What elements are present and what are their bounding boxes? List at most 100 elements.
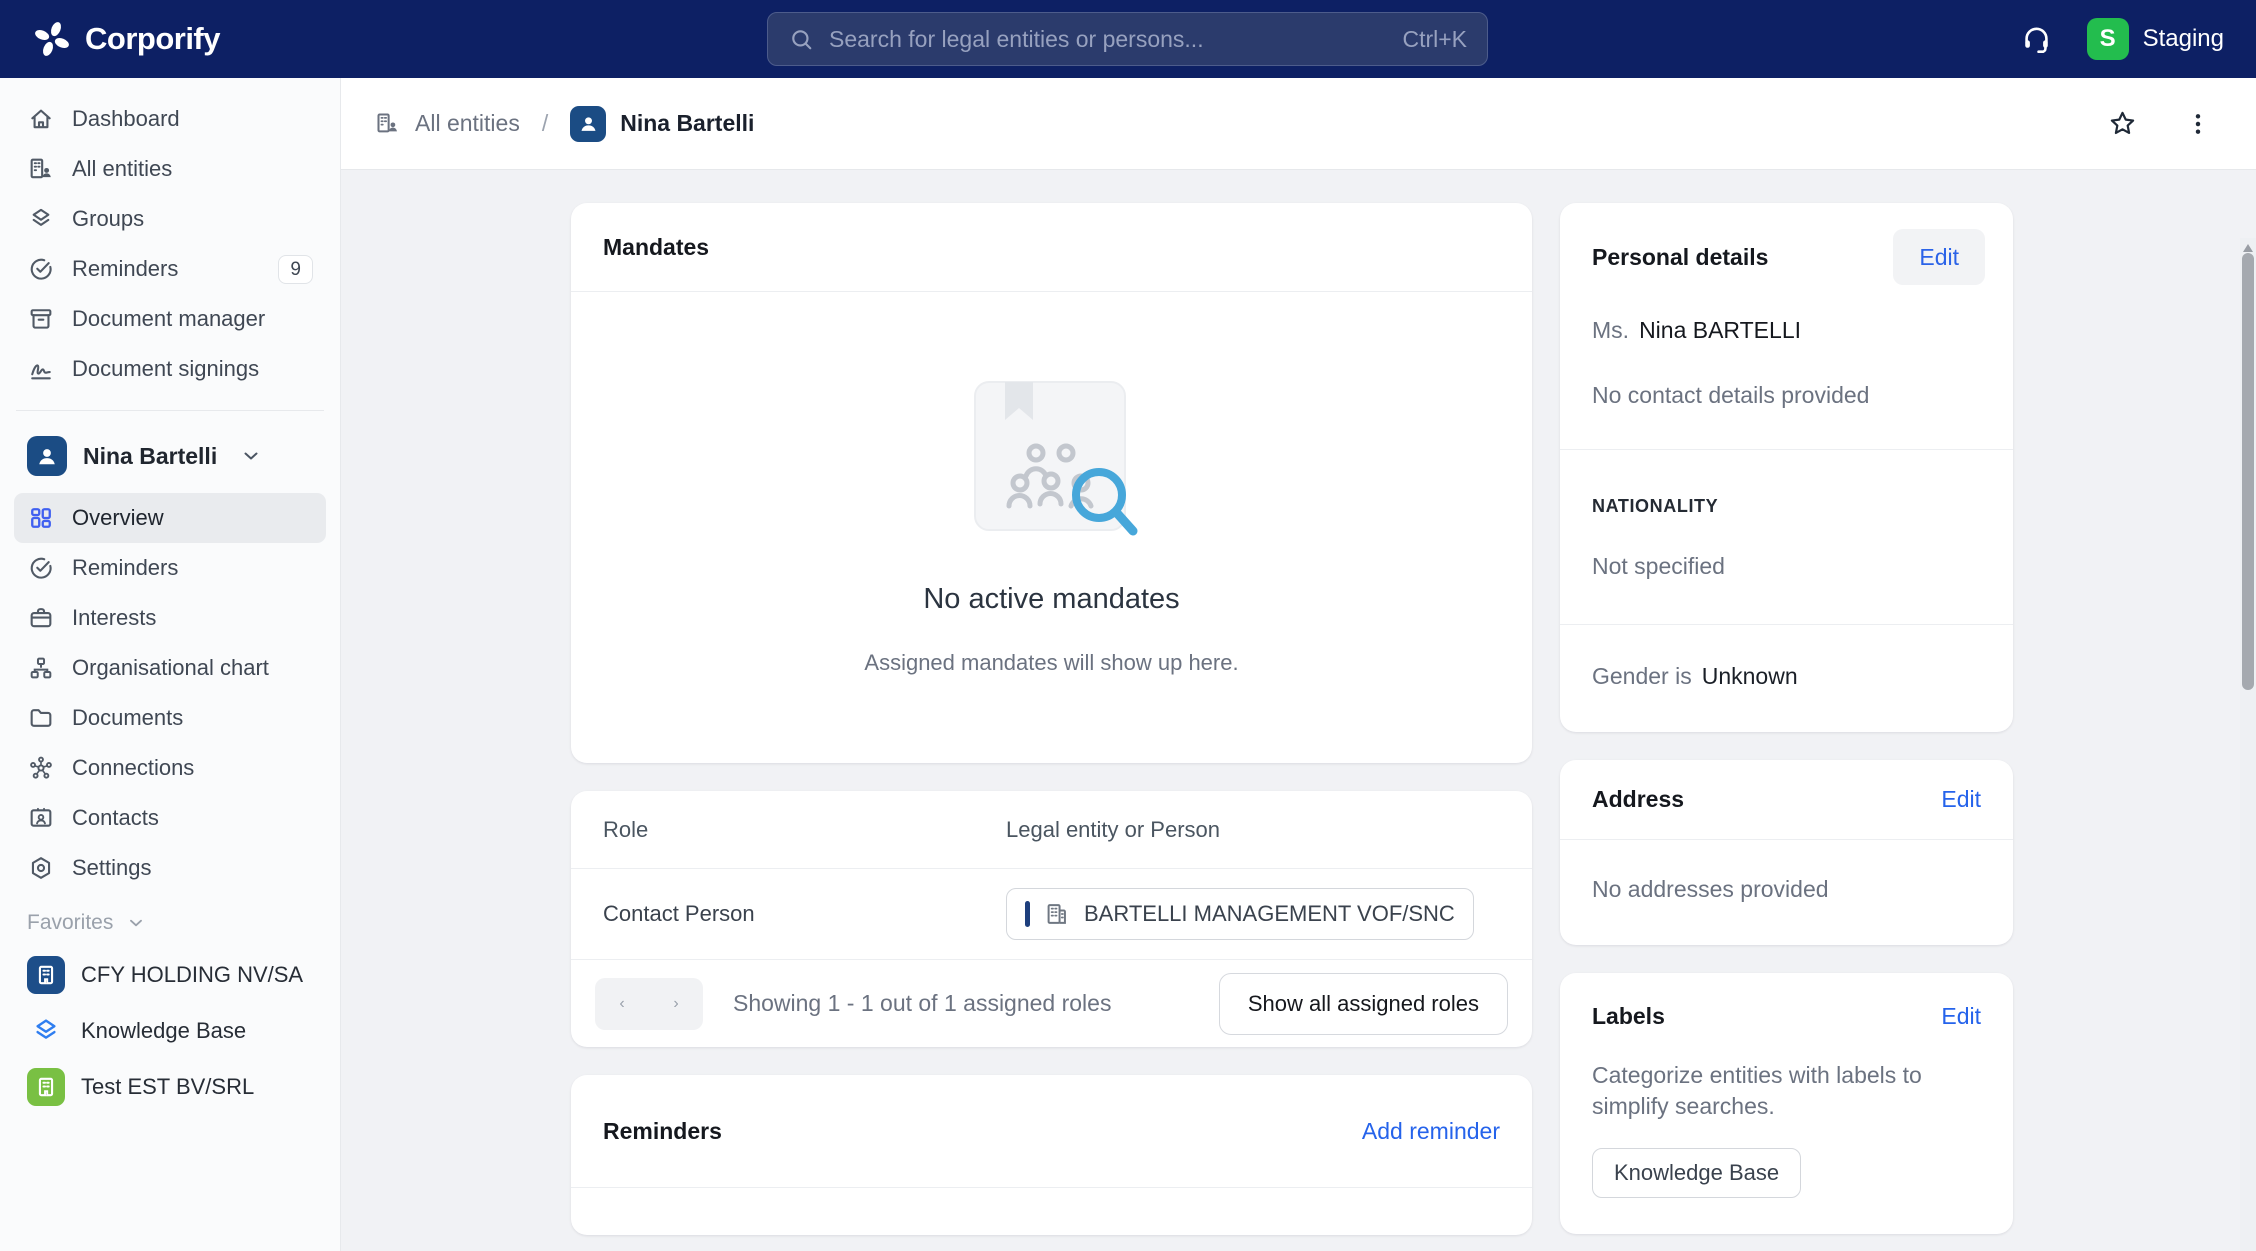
- personal-details-header: Personal details Edit: [1560, 203, 2013, 295]
- personal-details-card: Personal details Edit Ms. Nina BARTELLI …: [1560, 203, 2013, 732]
- contact-card-icon: [27, 804, 55, 832]
- favorite-item-cfy-holding[interactable]: CFY HOLDING NV/SA: [14, 947, 326, 1003]
- sidebar-item-reminders[interactable]: Reminders 9: [14, 244, 326, 294]
- favorite-item-test-est[interactable]: Test EST BV/SRL: [14, 1059, 326, 1115]
- vertical-scrollbar[interactable]: [2240, 238, 2256, 1251]
- chevron-down-icon: [239, 444, 263, 468]
- edit-labels-link[interactable]: Edit: [1941, 1003, 1981, 1030]
- sidebar-item-all-entities[interactable]: All entities: [14, 144, 326, 194]
- check-circle-icon: [27, 554, 55, 582]
- sidebar-item-connections[interactable]: Connections: [14, 743, 326, 793]
- scroll-up-arrow-icon[interactable]: [2243, 244, 2253, 252]
- sidebar-item-label: Document manager: [72, 306, 265, 332]
- sidebar-item-label: Groups: [72, 206, 144, 232]
- sidebar-item-document-signings[interactable]: Document signings: [14, 344, 326, 394]
- folder-icon: [27, 704, 55, 732]
- network-icon: [27, 754, 55, 782]
- favorite-star-icon[interactable]: [2107, 108, 2138, 139]
- entity-name: Nina Bartelli: [83, 443, 217, 470]
- next-page-button[interactable]: ›: [649, 978, 703, 1030]
- person-icon: [575, 110, 602, 137]
- pagination-status: Showing 1 - 1 out of 1 assigned roles: [733, 990, 1111, 1017]
- grid-icon: [27, 504, 55, 532]
- building-person-icon: [27, 155, 55, 183]
- person-icon: [32, 441, 62, 471]
- role-name: Contact Person: [603, 901, 1006, 927]
- check-circle-icon: [27, 255, 55, 283]
- search-shortcut: Ctrl+K: [1402, 26, 1467, 53]
- building-icon: [32, 1073, 60, 1101]
- main-content: All entities / Nina Bartelli: [341, 78, 2256, 1251]
- side-column: Personal details Edit Ms. Nina BARTELLI …: [1560, 203, 2013, 1251]
- no-addresses: No addresses provided: [1560, 840, 2013, 945]
- roles-table-header: Role Legal entity or Person: [571, 791, 1532, 869]
- roles-table-row: Contact Person BARTELLI MANAGEMENT VOF/S…: [571, 869, 1532, 960]
- sidebar-item-label: Reminders: [72, 555, 178, 581]
- card-title: Address: [1592, 786, 1684, 813]
- sidebar-item-groups[interactable]: Groups: [14, 194, 326, 244]
- column-role: Role: [603, 817, 1006, 843]
- archive-icon: [27, 305, 55, 333]
- show-all-roles-button[interactable]: Show all assigned roles: [1219, 973, 1508, 1035]
- roles-footer: ‹ › Showing 1 - 1 out of 1 assigned role…: [571, 960, 1532, 1047]
- corporify-logo-icon: [32, 19, 72, 59]
- breadcrumb-bar: All entities / Nina Bartelli: [341, 78, 2256, 170]
- breadcrumb: All entities / Nina Bartelli: [374, 106, 754, 142]
- pagination: ‹ ›: [595, 978, 703, 1030]
- mandates-header: Mandates: [571, 203, 1532, 292]
- no-contact-details: No contact details provided: [1560, 382, 2013, 409]
- search-input[interactable]: [829, 26, 1388, 53]
- brand-name: Corporify: [85, 21, 220, 57]
- support-headset-icon[interactable]: [2020, 23, 2053, 56]
- assigned-roles-card: Role Legal entity or Person Contact Pers…: [571, 791, 1532, 1047]
- company-avatar: [27, 956, 65, 994]
- card-title: Mandates: [603, 234, 709, 261]
- reminders-header: Reminders Add reminder: [571, 1075, 1532, 1188]
- person-avatar: [570, 106, 606, 142]
- environment-label: Staging: [2143, 25, 2224, 53]
- card-title: Reminders: [603, 1118, 722, 1145]
- global-search[interactable]: Ctrl+K: [767, 12, 1488, 66]
- sidebar-item-label: Overview: [72, 505, 164, 531]
- environment-badge[interactable]: S: [2087, 18, 2129, 60]
- kebab-menu-icon[interactable]: [2184, 110, 2212, 138]
- favorites-header[interactable]: Favorites: [14, 893, 326, 947]
- entity-chip[interactable]: BARTELLI MANAGEMENT VOF/SNC: [1006, 888, 1474, 940]
- entity-switcher[interactable]: Nina Bartelli: [14, 427, 326, 485]
- sidebar-item-overview[interactable]: Overview: [14, 493, 326, 543]
- previous-page-button[interactable]: ‹: [595, 978, 649, 1030]
- building-person-icon: [374, 110, 401, 137]
- favorite-item-knowledge-base[interactable]: Knowledge Base: [14, 1003, 326, 1059]
- edit-address-link[interactable]: Edit: [1941, 786, 1981, 813]
- breadcrumb-all-entities[interactable]: All entities: [415, 110, 520, 137]
- layers-icon: [27, 205, 55, 233]
- sidebar-item-contacts[interactable]: Contacts: [14, 793, 326, 843]
- favorite-item-label: Knowledge Base: [81, 1018, 246, 1044]
- brand[interactable]: Corporify: [32, 19, 220, 59]
- sidebar-item-document-manager[interactable]: Document manager: [14, 294, 326, 344]
- sidebar-item-entity-reminders[interactable]: Reminders: [14, 543, 326, 593]
- sidebar-item-documents[interactable]: Documents: [14, 693, 326, 743]
- chevron-down-icon: [125, 912, 147, 934]
- sidebar-item-organisational-chart[interactable]: Organisational chart: [14, 643, 326, 693]
- page-actions: [2107, 108, 2212, 139]
- mandates-empty-state: No active mandates Assigned mandates wil…: [571, 292, 1532, 763]
- reminders-count-badge: 9: [278, 255, 313, 284]
- sidebar-item-settings[interactable]: Settings: [14, 843, 326, 893]
- empty-mandates-illustration: [947, 380, 1157, 545]
- sidebar-item-label: Contacts: [72, 805, 159, 831]
- sidebar-item-interests[interactable]: Interests: [14, 593, 326, 643]
- add-reminder-link[interactable]: Add reminder: [1362, 1118, 1500, 1145]
- scrollbar-thumb[interactable]: [2242, 253, 2254, 690]
- nationality-label: NATIONALITY: [1560, 450, 2013, 517]
- favorites-label: Favorites: [27, 911, 113, 935]
- sidebar-item-dashboard[interactable]: Dashboard: [14, 94, 326, 144]
- card-title: Personal details: [1592, 244, 1768, 271]
- sidebar-item-label: Connections: [72, 755, 194, 781]
- labels-hint: Categorize entities with labels to simpl…: [1560, 1030, 1980, 1122]
- label-chip[interactable]: Knowledge Base: [1592, 1148, 1801, 1198]
- edit-personal-details-button[interactable]: Edit: [1893, 229, 1985, 285]
- sidebar-item-label: Reminders: [72, 256, 178, 282]
- main-column: Mandates: [571, 203, 1532, 1251]
- salutation: Ms.: [1592, 317, 1629, 344]
